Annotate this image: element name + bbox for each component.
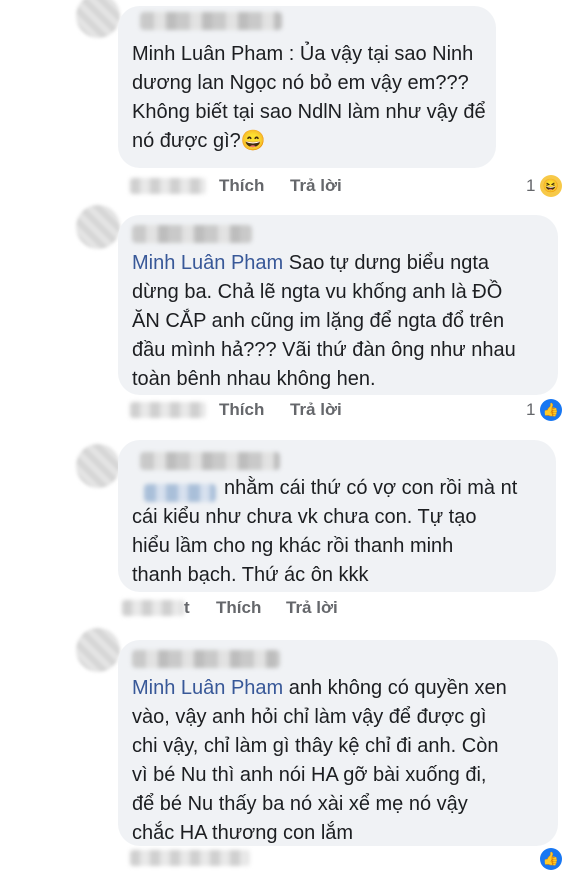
avatar[interactable]	[76, 0, 120, 38]
time-fragment: t	[184, 598, 190, 617]
like-icon[interactable]: 👍	[540, 399, 562, 421]
comment-author[interactable]: Minh Luân Pham	[132, 252, 283, 274]
reply-button[interactable]: Trả lời	[290, 400, 342, 420]
comment-2: Minh Luân Pham Sao tự dưng biểu ngta dừn…	[0, 205, 580, 430]
redacted-name[interactable]	[132, 650, 280, 668]
like-button[interactable]: Thích	[219, 400, 264, 420]
comment-1: Minh Luân Pham : Ủa vậy tại sao Ninh dươ…	[0, 0, 580, 200]
avatar[interactable]	[76, 444, 120, 488]
comment-author[interactable]: Minh Luân Pham	[132, 677, 283, 699]
comment-4: Minh Luân Pham anh không có quyền xen và…	[0, 628, 580, 870]
comment-text: Minh Luân Pham Sao tự dưng biểu ngta dừn…	[132, 252, 516, 390]
comment-text: nhằm cái thứ có vợ con rồi mà nt cái kiể…	[132, 477, 518, 586]
comment-bubble: Minh Luân Pham : Ủa vậy tại sao Ninh dươ…	[118, 6, 496, 168]
redacted-time	[130, 178, 206, 194]
comment-actions: Thích Trả lời 1 👍	[130, 399, 580, 422]
comment-actions: Thích Trả lời 1 😆	[130, 175, 580, 198]
like-button[interactable]: Thích	[219, 176, 264, 196]
comment-text: Minh Luân Pham : Ủa vậy tại sao Ninh dươ…	[132, 43, 486, 152]
haha-icon[interactable]: 😆	[540, 175, 562, 197]
comment-actions: t Thích Trả lời	[118, 598, 568, 620]
comment-bubble: Minh Luân Pham anh không có quyền xen và…	[118, 640, 558, 846]
redacted-name[interactable]	[140, 12, 282, 30]
reaction-count[interactable]: 1	[526, 400, 535, 420]
comment-3: nhằm cái thứ có vợ con rồi mà nt cái kiể…	[0, 430, 580, 630]
reply-button[interactable]: Trả lời	[286, 598, 338, 618]
like-icon[interactable]: 👍	[540, 848, 562, 870]
avatar[interactable]	[76, 628, 120, 672]
redacted-time	[130, 402, 206, 418]
comment-bubble: nhằm cái thứ có vợ con rồi mà nt cái kiể…	[118, 440, 556, 592]
redacted-time	[130, 850, 250, 866]
comment-text: Minh Luân Pham anh không có quyền xen và…	[132, 677, 507, 844]
redacted-name[interactable]	[140, 452, 280, 470]
avatar[interactable]	[76, 205, 120, 249]
reply-button[interactable]: Trả lời	[290, 176, 342, 196]
comment-bubble: Minh Luân Pham Sao tự dưng biểu ngta dừn…	[118, 215, 558, 395]
like-button[interactable]: Thích	[216, 598, 261, 618]
redacted-time	[122, 600, 184, 616]
reaction-count[interactable]: 1	[526, 176, 535, 196]
comment-actions: 👍	[130, 848, 580, 872]
redacted-name[interactable]	[132, 225, 252, 243]
